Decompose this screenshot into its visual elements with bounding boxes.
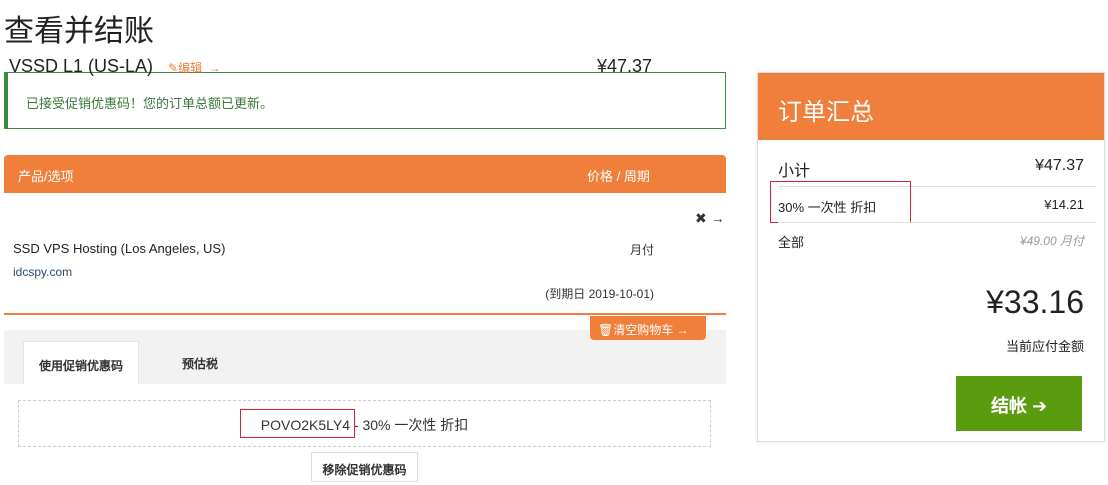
applied-promo: POVO2K5LY4 - 30% 一次性 折扣 (18, 400, 711, 447)
subtotal-value: ¥47.37 (1035, 157, 1084, 174)
total-due: ¥33.16 (986, 284, 1084, 320)
item-due: (到期日 2019-10-01) (545, 287, 654, 301)
item-price: ¥47.37 (596, 56, 652, 76)
tab-promo[interactable]: 使用促销优惠码 (23, 341, 139, 385)
page-title: 查看并结账 (4, 15, 154, 48)
cart-header: 产品/选项 价格 / 周期 (4, 155, 726, 193)
recurring-value: ¥49.00 月付 (1019, 234, 1084, 248)
empty-cart-button[interactable]: 🗑清空购物车 → (590, 316, 706, 340)
highlight-box (240, 409, 355, 438)
product-domain: idcspy.com (13, 265, 73, 279)
product-name: VSSD L1 (US-LA) (9, 56, 154, 76)
col-price: 价格 / 周期 (587, 169, 650, 184)
arrow-right-icon: ➔ (1031, 396, 1048, 416)
total-label: 全部 (778, 235, 805, 250)
subtotal-label: 小计 (778, 163, 811, 180)
remove-item-icon[interactable]: ✖ → (695, 210, 725, 227)
trash-icon: 🗑 (598, 323, 614, 337)
promo-desc: - 30% 一次性 折扣 (353, 417, 469, 433)
summary-title: 订单汇总 (758, 73, 1104, 140)
checkout-button[interactable]: 结帐 ➔ (956, 376, 1082, 431)
edit-link[interactable]: ✎编辑 → (168, 59, 221, 76)
highlight-box (770, 181, 911, 223)
col-product: 产品/选项 (18, 169, 74, 184)
success-alert: 已接受促销优惠码！您的订单总额已更新。 (4, 72, 726, 129)
product-desc: SSD VPS Hosting (Los Angeles, US) (13, 241, 226, 256)
checkout-label: 结帐 (990, 396, 1027, 416)
remove-promo-button[interactable]: 移除促销优惠码 (311, 452, 418, 482)
item-cycle: 月付 (629, 243, 654, 257)
discount-value: ¥14.21 (1044, 197, 1084, 212)
arrow-right-icon: → (205, 61, 221, 75)
tab-tax[interactable]: 预估税 (182, 355, 218, 372)
pencil-icon: ✎ (168, 61, 179, 75)
total-due-label: 当前应付金额 (1005, 339, 1084, 354)
